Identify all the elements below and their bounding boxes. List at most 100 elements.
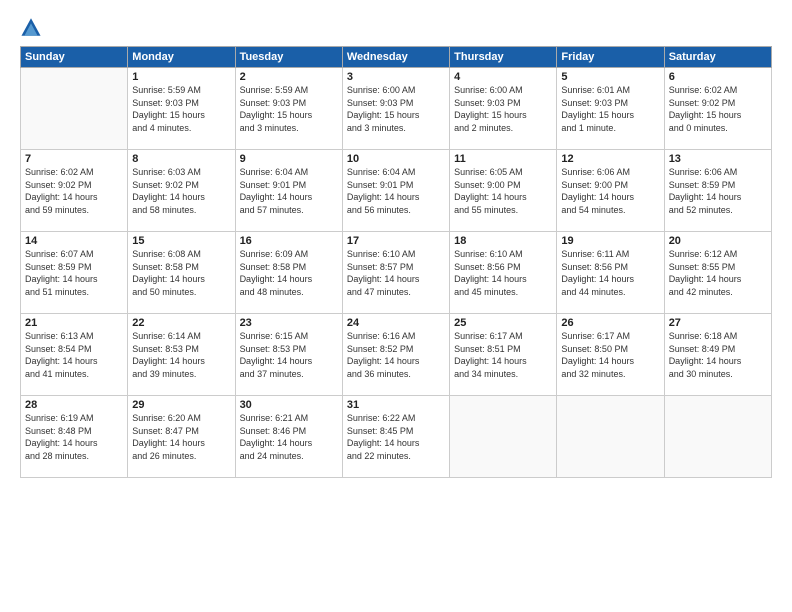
day-number: 4 (454, 71, 552, 83)
day-number: 20 (669, 235, 767, 247)
day-number: 6 (669, 71, 767, 83)
day-number: 15 (132, 235, 230, 247)
day-info: Sunrise: 6:18 AMSunset: 8:49 PMDaylight:… (669, 330, 767, 380)
day-number: 2 (240, 71, 338, 83)
day-cell: 22Sunrise: 6:14 AMSunset: 8:53 PMDayligh… (128, 314, 235, 396)
day-number: 27 (669, 317, 767, 329)
day-number: 1 (132, 71, 230, 83)
day-number: 10 (347, 153, 445, 165)
day-number: 11 (454, 153, 552, 165)
day-cell: 13Sunrise: 6:06 AMSunset: 8:59 PMDayligh… (664, 150, 771, 232)
day-number: 24 (347, 317, 445, 329)
day-cell: 9Sunrise: 6:04 AMSunset: 9:01 PMDaylight… (235, 150, 342, 232)
day-cell: 6Sunrise: 6:02 AMSunset: 9:02 PMDaylight… (664, 68, 771, 150)
day-cell: 30Sunrise: 6:21 AMSunset: 8:46 PMDayligh… (235, 396, 342, 478)
day-cell: 18Sunrise: 6:10 AMSunset: 8:56 PMDayligh… (450, 232, 557, 314)
day-cell: 11Sunrise: 6:05 AMSunset: 9:00 PMDayligh… (450, 150, 557, 232)
day-info: Sunrise: 6:10 AMSunset: 8:57 PMDaylight:… (347, 248, 445, 298)
day-cell: 23Sunrise: 6:15 AMSunset: 8:53 PMDayligh… (235, 314, 342, 396)
day-number: 31 (347, 399, 445, 411)
day-cell: 15Sunrise: 6:08 AMSunset: 8:58 PMDayligh… (128, 232, 235, 314)
day-number: 7 (25, 153, 123, 165)
header-monday: Monday (128, 47, 235, 68)
day-number: 8 (132, 153, 230, 165)
day-cell: 8Sunrise: 6:03 AMSunset: 9:02 PMDaylight… (128, 150, 235, 232)
day-info: Sunrise: 6:00 AMSunset: 9:03 PMDaylight:… (347, 84, 445, 134)
day-number: 23 (240, 317, 338, 329)
day-info: Sunrise: 6:05 AMSunset: 9:00 PMDaylight:… (454, 166, 552, 216)
day-cell (450, 396, 557, 478)
header-sunday: Sunday (21, 47, 128, 68)
day-info: Sunrise: 6:17 AMSunset: 8:50 PMDaylight:… (561, 330, 659, 380)
day-info: Sunrise: 6:20 AMSunset: 8:47 PMDaylight:… (132, 412, 230, 462)
day-info: Sunrise: 6:07 AMSunset: 8:59 PMDaylight:… (25, 248, 123, 298)
day-cell: 25Sunrise: 6:17 AMSunset: 8:51 PMDayligh… (450, 314, 557, 396)
logo (20, 16, 46, 38)
day-info: Sunrise: 6:00 AMSunset: 9:03 PMDaylight:… (454, 84, 552, 134)
day-number: 9 (240, 153, 338, 165)
calendar-header-row: SundayMondayTuesdayWednesdayThursdayFrid… (21, 47, 772, 68)
day-info: Sunrise: 6:08 AMSunset: 8:58 PMDaylight:… (132, 248, 230, 298)
day-number: 21 (25, 317, 123, 329)
day-cell: 16Sunrise: 6:09 AMSunset: 8:58 PMDayligh… (235, 232, 342, 314)
day-info: Sunrise: 6:15 AMSunset: 8:53 PMDaylight:… (240, 330, 338, 380)
header-wednesday: Wednesday (342, 47, 449, 68)
day-cell: 28Sunrise: 6:19 AMSunset: 8:48 PMDayligh… (21, 396, 128, 478)
week-row-4: 21Sunrise: 6:13 AMSunset: 8:54 PMDayligh… (21, 314, 772, 396)
day-cell: 5Sunrise: 6:01 AMSunset: 9:03 PMDaylight… (557, 68, 664, 150)
day-cell (557, 396, 664, 478)
day-cell: 4Sunrise: 6:00 AMSunset: 9:03 PMDaylight… (450, 68, 557, 150)
day-info: Sunrise: 6:02 AMSunset: 9:02 PMDaylight:… (669, 84, 767, 134)
day-cell: 21Sunrise: 6:13 AMSunset: 8:54 PMDayligh… (21, 314, 128, 396)
day-number: 25 (454, 317, 552, 329)
day-number: 3 (347, 71, 445, 83)
day-info: Sunrise: 6:06 AMSunset: 9:00 PMDaylight:… (561, 166, 659, 216)
day-number: 26 (561, 317, 659, 329)
day-number: 16 (240, 235, 338, 247)
day-number: 5 (561, 71, 659, 83)
day-cell: 27Sunrise: 6:18 AMSunset: 8:49 PMDayligh… (664, 314, 771, 396)
day-info: Sunrise: 6:17 AMSunset: 8:51 PMDaylight:… (454, 330, 552, 380)
day-info: Sunrise: 6:13 AMSunset: 8:54 PMDaylight:… (25, 330, 123, 380)
day-info: Sunrise: 6:12 AMSunset: 8:55 PMDaylight:… (669, 248, 767, 298)
day-cell (21, 68, 128, 150)
day-number: 19 (561, 235, 659, 247)
day-info: Sunrise: 6:19 AMSunset: 8:48 PMDaylight:… (25, 412, 123, 462)
day-info: Sunrise: 6:06 AMSunset: 8:59 PMDaylight:… (669, 166, 767, 216)
day-info: Sunrise: 6:14 AMSunset: 8:53 PMDaylight:… (132, 330, 230, 380)
day-cell: 3Sunrise: 6:00 AMSunset: 9:03 PMDaylight… (342, 68, 449, 150)
week-row-5: 28Sunrise: 6:19 AMSunset: 8:48 PMDayligh… (21, 396, 772, 478)
header-friday: Friday (557, 47, 664, 68)
day-cell: 29Sunrise: 6:20 AMSunset: 8:47 PMDayligh… (128, 396, 235, 478)
calendar: SundayMondayTuesdayWednesdayThursdayFrid… (20, 46, 772, 478)
day-info: Sunrise: 6:16 AMSunset: 8:52 PMDaylight:… (347, 330, 445, 380)
day-info: Sunrise: 6:02 AMSunset: 9:02 PMDaylight:… (25, 166, 123, 216)
day-number: 28 (25, 399, 123, 411)
page: SundayMondayTuesdayWednesdayThursdayFrid… (0, 0, 792, 612)
day-cell: 24Sunrise: 6:16 AMSunset: 8:52 PMDayligh… (342, 314, 449, 396)
week-row-1: 1Sunrise: 5:59 AMSunset: 9:03 PMDaylight… (21, 68, 772, 150)
day-number: 22 (132, 317, 230, 329)
week-row-3: 14Sunrise: 6:07 AMSunset: 8:59 PMDayligh… (21, 232, 772, 314)
day-info: Sunrise: 6:01 AMSunset: 9:03 PMDaylight:… (561, 84, 659, 134)
day-cell: 14Sunrise: 6:07 AMSunset: 8:59 PMDayligh… (21, 232, 128, 314)
day-info: Sunrise: 6:21 AMSunset: 8:46 PMDaylight:… (240, 412, 338, 462)
day-info: Sunrise: 6:22 AMSunset: 8:45 PMDaylight:… (347, 412, 445, 462)
day-number: 29 (132, 399, 230, 411)
day-cell: 7Sunrise: 6:02 AMSunset: 9:02 PMDaylight… (21, 150, 128, 232)
day-number: 14 (25, 235, 123, 247)
day-info: Sunrise: 5:59 AMSunset: 9:03 PMDaylight:… (132, 84, 230, 134)
day-number: 30 (240, 399, 338, 411)
header-saturday: Saturday (664, 47, 771, 68)
day-cell: 12Sunrise: 6:06 AMSunset: 9:00 PMDayligh… (557, 150, 664, 232)
day-info: Sunrise: 6:11 AMSunset: 8:56 PMDaylight:… (561, 248, 659, 298)
day-number: 17 (347, 235, 445, 247)
day-info: Sunrise: 6:04 AMSunset: 9:01 PMDaylight:… (347, 166, 445, 216)
header (20, 16, 772, 38)
day-cell: 2Sunrise: 5:59 AMSunset: 9:03 PMDaylight… (235, 68, 342, 150)
day-info: Sunrise: 6:09 AMSunset: 8:58 PMDaylight:… (240, 248, 338, 298)
day-info: Sunrise: 6:03 AMSunset: 9:02 PMDaylight:… (132, 166, 230, 216)
day-cell: 31Sunrise: 6:22 AMSunset: 8:45 PMDayligh… (342, 396, 449, 478)
day-info: Sunrise: 6:10 AMSunset: 8:56 PMDaylight:… (454, 248, 552, 298)
day-info: Sunrise: 6:04 AMSunset: 9:01 PMDaylight:… (240, 166, 338, 216)
